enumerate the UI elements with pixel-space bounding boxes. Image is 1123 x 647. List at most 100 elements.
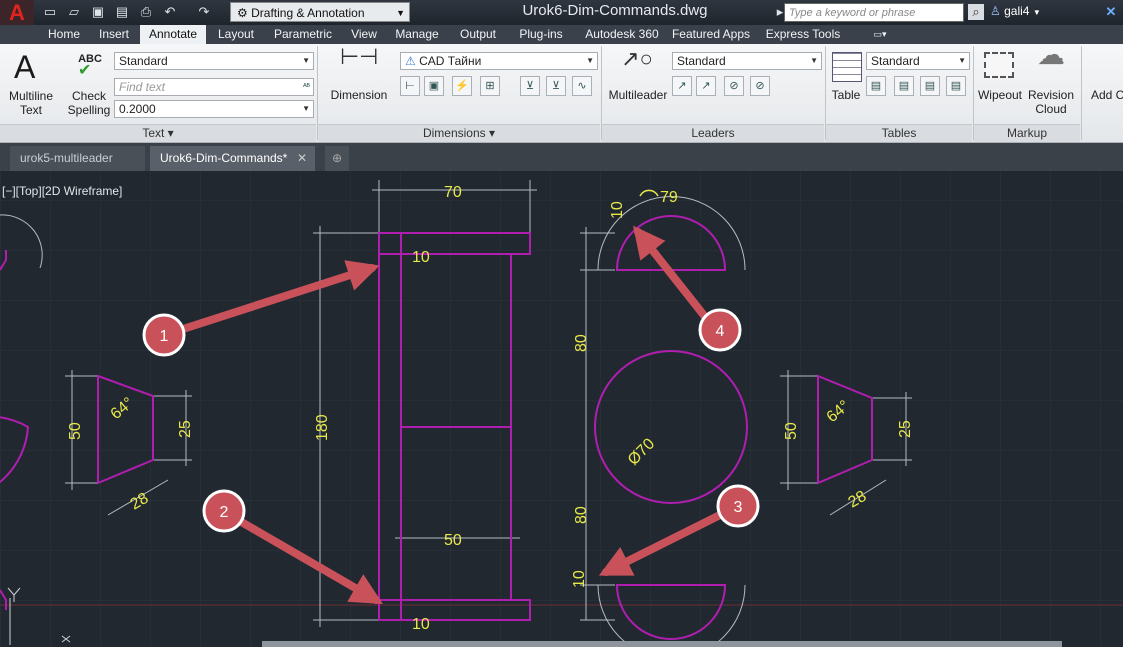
tab-output[interactable]: Output (450, 25, 506, 44)
dimension-style-dropdown[interactable]: ⚠ CAD Тайни ▼ (400, 52, 598, 70)
dim-upper-80: 80 (573, 334, 590, 352)
dim-wall-bottom: 10 (412, 616, 430, 633)
table-extract-icon[interactable]: ▤ (894, 76, 914, 96)
horizontal-scrollbar[interactable] (262, 641, 1062, 647)
table-icon[interactable] (832, 52, 862, 82)
drawing-canvas[interactable]: 70 10 10 50 180 64° 50 25 28 64° 50 25 2… (0, 171, 1123, 647)
check-spelling-label-1: Check (71, 89, 106, 103)
tables-panel-title[interactable]: Tables (826, 124, 972, 142)
new-file-icon[interactable]: ▭ (42, 4, 58, 20)
multileader-button[interactable]: Multileader (604, 88, 672, 102)
dim-quick-icon[interactable]: ⊢ (400, 76, 420, 96)
multiline-text-label-2: Text (19, 103, 42, 117)
dimension-button[interactable]: Dimension (326, 88, 392, 102)
tables-panel-title-label: Tables (881, 126, 917, 140)
undo-icon[interactable]: ↶ (162, 4, 178, 20)
table-upload-icon[interactable]: ▤ (920, 76, 940, 96)
tab-express-tools[interactable]: Express Tools (760, 25, 846, 44)
multileader-icon[interactable]: ↗○ (620, 48, 654, 70)
table-link-icon[interactable]: ▤ (866, 76, 886, 96)
tab-parametric[interactable]: Parametric (266, 25, 340, 44)
text-height-dropdown[interactable]: 0.2000 ▼ (114, 100, 314, 118)
ribbon: A Multiline Text ABC ✔ Check Spelling St… (0, 41, 1123, 143)
exchange-icon[interactable]: ✕ (1103, 4, 1119, 20)
dim-left-height: 50 (67, 422, 84, 440)
wipeout-button[interactable]: Wipeout (975, 88, 1025, 102)
tab-home[interactable]: Home (40, 25, 88, 44)
callout-3-label: 3 (734, 499, 743, 516)
gear-icon: ⚙ (237, 6, 248, 20)
multileader-style-dropdown[interactable]: Standard ▼ (672, 52, 822, 70)
text-style-dropdown[interactable]: Standard ▼ (114, 52, 314, 70)
table-button[interactable]: Table (828, 88, 864, 102)
chevron-down-icon: ▼ (958, 56, 966, 65)
wipeout-icon[interactable] (984, 52, 1014, 78)
align-leaders-icon[interactable]: ⊘ (724, 76, 744, 96)
document-title: Urok6-Dim-Commands.dwg (522, 2, 708, 19)
revision-cloud-button[interactable]: Revision Cloud (1026, 88, 1076, 116)
tab-autodesk-360[interactable]: Autodesk 360 (576, 25, 668, 44)
ribbon-minimize-icon[interactable]: ▭▾ (866, 25, 894, 44)
panel-divider (1081, 46, 1082, 140)
tab-featured-apps[interactable]: Featured Apps (670, 25, 752, 44)
dim-inspect-icon[interactable]: ▣ (424, 76, 444, 96)
tab-layout[interactable]: Layout (210, 25, 262, 44)
file-tab-urok6[interactable]: Urok6-Dim-Commands* ✕ (150, 146, 315, 171)
dim-break-icon[interactable]: ⚡ (452, 76, 472, 96)
find-text-input[interactable]: Find text ᴬᴮ (114, 78, 314, 96)
tab-manage[interactable]: Manage (388, 25, 446, 44)
workspace-selector[interactable]: ⚙ Drafting & Annotation ▼ (230, 2, 410, 22)
dim-adjust-icon[interactable]: ⊻ (520, 76, 540, 96)
binoculars-icon[interactable]: ⌕ (968, 4, 984, 20)
redo-icon[interactable]: ↷ (196, 4, 212, 20)
user-account[interactable]: ♙ gali4 ▼ (990, 4, 1041, 18)
save-as-icon[interactable]: ▤ (114, 4, 130, 20)
text-panel-title-label: Text (142, 126, 165, 140)
dimensions-panel-title[interactable]: Dimensions ▾ (318, 124, 600, 142)
file-tab-urok6-label: Urok6-Dim-Commands* (160, 151, 288, 165)
grid (0, 171, 1123, 647)
plus-icon: ⊕ (331, 151, 343, 165)
dimension-style-value: CAD Тайни (419, 54, 482, 68)
multiline-text-icon[interactable]: A (14, 50, 35, 84)
chevron-down-icon: ▼ (396, 8, 405, 18)
revision-cloud-icon[interactable]: ☁ (1034, 41, 1068, 69)
search-input[interactable]: Type a keyword or phrase (784, 3, 964, 22)
chevron-down-icon: ▼ (1032, 8, 1041, 17)
table-style-dropdown[interactable]: Standard ▼ (866, 52, 970, 70)
dim-update-icon[interactable]: ⊻ (546, 76, 566, 96)
leaders-panel-title[interactable]: Leaders (602, 124, 824, 142)
tab-view[interactable]: View (344, 25, 384, 44)
collect-leaders-icon[interactable]: ⊘ (750, 76, 770, 96)
multiline-text-label-1: Multiline (8, 89, 53, 103)
remove-leader-icon[interactable]: ↗ (696, 76, 716, 96)
markup-panel-title[interactable]: Markup (974, 124, 1080, 142)
open-folder-icon[interactable]: ▱ (66, 4, 82, 20)
table-download-icon[interactable]: ▤ (946, 76, 966, 96)
dimension-icon[interactable]: ⊢⊣ (340, 46, 378, 68)
dim-continue-icon[interactable]: ⊞ (480, 76, 500, 96)
dim-right-small: 25 (897, 420, 914, 438)
tab-plug-ins[interactable]: Plug-ins (510, 25, 572, 44)
plot-icon[interactable]: ⎙ (138, 4, 154, 20)
application-menu-button[interactable]: A (0, 0, 34, 25)
chevron-down-icon: ▼ (302, 56, 310, 65)
leaders-panel-title-label: Leaders (691, 126, 735, 140)
add-button[interactable]: Add C (1091, 88, 1123, 102)
revision-cloud-label-1: Revision (1027, 88, 1075, 102)
add-leader-icon[interactable]: ↗ (672, 76, 692, 96)
tab-annotate[interactable]: Annotate (140, 25, 206, 44)
save-icon[interactable]: ▣ (90, 4, 106, 20)
chevron-down-icon: ▼ (302, 104, 310, 113)
viewport-controls[interactable]: [−][Top][2D Wireframe] (2, 184, 122, 198)
dim-jog-icon[interactable]: ∿ (572, 76, 592, 96)
check-spelling-button[interactable]: Check Spelling (64, 89, 114, 117)
close-icon[interactable]: ✕ (297, 146, 307, 171)
text-panel-title[interactable]: Text ▾ (0, 124, 316, 142)
multiline-text-button[interactable]: Multiline Text (3, 89, 59, 117)
new-tab-button[interactable]: ⊕ (325, 146, 349, 171)
tab-insert[interactable]: Insert (92, 25, 136, 44)
user-name: gali4 (1004, 4, 1030, 18)
dim-inner-width: 50 (444, 532, 462, 549)
file-tab-urok5[interactable]: urok5-multileader (10, 146, 145, 171)
